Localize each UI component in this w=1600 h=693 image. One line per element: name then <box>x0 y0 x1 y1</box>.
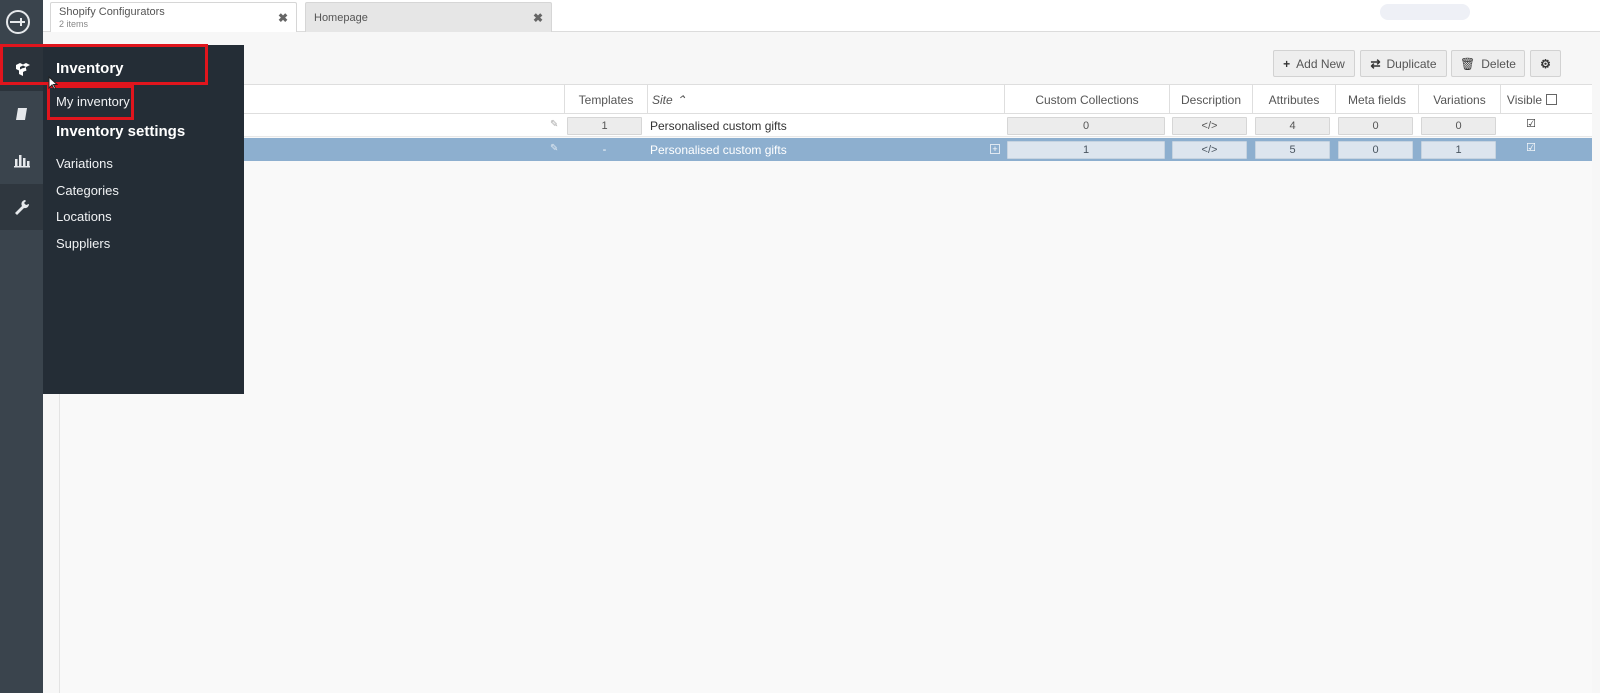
cell-custom-collections[interactable]: 0 <box>1007 117 1165 135</box>
duplicate-button[interactable]: ⇄ Duplicate <box>1360 50 1447 77</box>
menu-item-suppliers[interactable]: Suppliers <box>56 236 110 251</box>
menu-item-variations[interactable]: Variations <box>56 156 113 171</box>
book-icon <box>15 108 27 120</box>
cell-variations[interactable]: 1 <box>1421 141 1496 159</box>
mouse-cursor-icon <box>48 76 58 90</box>
header-custom-collections[interactable]: Custom Collections <box>1004 85 1169 114</box>
inventory-flyout-menu: Inventory My inventory Inventory setting… <box>43 45 244 394</box>
header-meta-fields[interactable]: Meta fields <box>1335 85 1418 114</box>
add-new-button[interactable]: + Add New <box>1273 50 1355 77</box>
header-description[interactable]: Description <box>1169 85 1252 114</box>
cell-site: Personalised custom gifts <box>650 119 787 133</box>
inventory-grid: Templates Site ⌃ Custom Collections Desc… <box>59 84 1592 693</box>
cell-description[interactable]: </> <box>1172 141 1247 159</box>
menu-inventory-heading[interactable]: Inventory <box>56 60 124 77</box>
menu-inventory-settings-heading[interactable]: Inventory settings <box>56 123 185 140</box>
inventory-icon <box>15 63 30 76</box>
cell-custom-collections[interactable]: 1 <box>1007 141 1165 159</box>
cell-site: Personalised custom gifts <box>650 143 787 157</box>
expand-icon[interactable]: + <box>990 144 1000 154</box>
visible-all-checkbox[interactable] <box>1546 94 1558 105</box>
delete-label: Delete <box>1481 56 1516 71</box>
cell-templates[interactable]: - <box>567 141 642 159</box>
duplicate-label: Duplicate <box>1386 56 1437 71</box>
gear-icon: ⚙ <box>1540 56 1551 71</box>
duplicate-icon: ⇄ <box>1370 56 1381 71</box>
header-templates[interactable]: Templates <box>564 85 647 114</box>
visible-checkbox[interactable]: ☑ <box>1525 143 1537 155</box>
header-variations[interactable]: Variations <box>1418 85 1500 114</box>
wrench-icon <box>14 200 29 215</box>
rail-catalog[interactable] <box>0 91 43 137</box>
header-attributes[interactable]: Attributes <box>1252 85 1335 114</box>
menu-item-locations[interactable]: Locations <box>56 209 112 224</box>
menu-item-my-inventory[interactable]: My inventory <box>56 94 130 109</box>
menu-item-categories[interactable]: Categories <box>56 183 119 198</box>
cell-meta-fields[interactable]: 0 <box>1338 141 1413 159</box>
trash-icon: 🗑︎ <box>1460 56 1476 71</box>
delete-button[interactable]: 🗑︎ Delete <box>1451 50 1525 77</box>
tab-homepage[interactable]: Homepage ✖ <box>305 2 552 32</box>
rail-tools[interactable] <box>0 184 43 230</box>
plus-icon: + <box>1283 56 1291 71</box>
settings-button[interactable]: ⚙ <box>1530 50 1561 77</box>
cell-attributes[interactable]: 5 <box>1255 141 1330 159</box>
tab-subtitle: 2 items <box>59 19 89 29</box>
cell-attributes[interactable]: 4 <box>1255 117 1330 135</box>
header-visible[interactable]: Visible <box>1500 85 1563 114</box>
add-new-label: Add New <box>1296 56 1345 71</box>
close-icon[interactable]: ✖ <box>278 11 288 25</box>
rail-inventory[interactable] <box>0 45 43 91</box>
table-row-selected[interactable]: ✎ - Personalised custom gifts + 1 </> 5 … <box>60 138 1592 161</box>
header-visible-label: Visible <box>1506 92 1543 107</box>
cell-templates[interactable]: 1 <box>567 117 642 135</box>
header-site[interactable]: Site ⌃ <box>647 85 1004 114</box>
tab-strip: Shopify Configurators 2 items ✖ Homepage… <box>43 0 1600 32</box>
edit-icon[interactable]: ✎ <box>550 119 558 130</box>
table-row[interactable]: ✎ 1 Personalised custom gifts 0 </> 4 0 … <box>60 114 1592 137</box>
app-logo-icon[interactable] <box>4 8 32 36</box>
close-icon[interactable]: ✖ <box>533 11 543 25</box>
visible-checkbox[interactable]: ☑ <box>1525 119 1537 131</box>
tab-title: Homepage <box>314 12 368 24</box>
left-rail <box>0 0 43 693</box>
cell-description[interactable]: </> <box>1172 117 1247 135</box>
header-blurred-element <box>1380 4 1470 20</box>
tab-shopify-configurators[interactable]: Shopify Configurators 2 items ✖ <box>50 2 297 32</box>
cell-variations[interactable]: 0 <box>1421 117 1496 135</box>
rail-reports[interactable] <box>0 137 43 183</box>
cell-meta-fields[interactable]: 0 <box>1338 117 1413 135</box>
tab-title: Shopify Configurators <box>59 6 165 18</box>
edit-icon[interactable]: ✎ <box>550 143 558 154</box>
chart-icon <box>13 155 30 168</box>
grid-header: Templates Site ⌃ Custom Collections Desc… <box>60 84 1592 114</box>
